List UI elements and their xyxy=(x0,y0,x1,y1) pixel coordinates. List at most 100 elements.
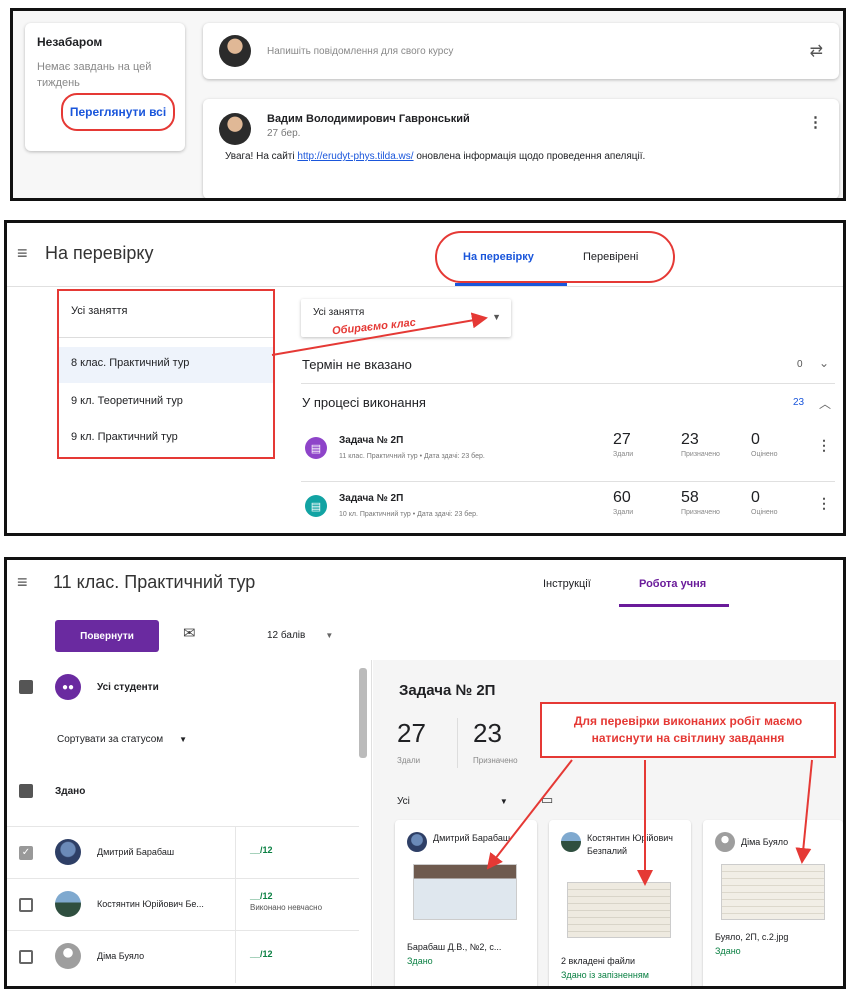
late-note: Виконано невчасно xyxy=(250,903,323,912)
student-checkbox[interactable]: ✓ xyxy=(19,846,33,860)
task-subtitle: 10 кл. Практичний тур • Дата здачі: 23 б… xyxy=(339,511,478,518)
avatar xyxy=(561,832,581,852)
student-checkbox[interactable] xyxy=(19,898,33,912)
chevron-down-icon[interactable]: ⌄ xyxy=(819,356,829,370)
avatar xyxy=(407,832,427,852)
group-icon: ●● xyxy=(55,674,81,700)
stat-turned-in: 27 Здали xyxy=(613,431,633,458)
upcoming-card: Незабаром Немає завдань на цей тиждень xyxy=(25,23,185,151)
chevron-down-icon: ▼ xyxy=(492,312,501,322)
more-options-icon[interactable]: ⋮ xyxy=(817,437,831,454)
grade-value: __/12 xyxy=(250,891,273,901)
submission-card[interactable]: Дмитрий Барабаш Барабаш Д.В., №2, с... З… xyxy=(395,820,537,986)
chevron-down-icon: ▼ xyxy=(499,797,508,806)
turned-in-count: 27 xyxy=(397,718,426,748)
post-date: 27 бер. xyxy=(267,128,301,139)
dropdown-option[interactable]: 8 клас. Практичний тур xyxy=(59,347,273,383)
section-no-due[interactable]: Термін не вказано xyxy=(302,357,412,372)
stat-graded: 0 Оцінено xyxy=(751,431,778,458)
submission-card[interactable]: Діма Буяло Буяло, 2П, с.2.jpg Здано xyxy=(703,820,843,986)
turned-in-label: Здали xyxy=(397,756,421,765)
task-title: Задача № 2П xyxy=(339,435,404,446)
grade-cell[interactable]: __/12 xyxy=(235,827,359,879)
more-options-icon[interactable]: ⋮ xyxy=(817,495,831,512)
avatar xyxy=(55,839,81,865)
post-text: Увага! На сайті http://erudyt-phys.tilda… xyxy=(225,151,823,162)
tab-to-review[interactable]: На перевірку xyxy=(463,251,534,263)
avatar xyxy=(219,35,251,67)
submission-thumbnail[interactable] xyxy=(721,864,825,920)
dropdown-option[interactable]: 9 кл. Практичний тур xyxy=(59,431,273,443)
student-name: Діма Буяло xyxy=(97,951,145,961)
points-select[interactable]: 12 балів ▼ xyxy=(267,630,333,641)
scrollbar[interactable] xyxy=(359,668,367,758)
stat-label: Здали xyxy=(613,451,634,458)
sort-select[interactable]: Сортувати за статусом ▼ xyxy=(57,734,187,745)
student-row[interactable]: ✓ Дмитрий Барабаш __/12 xyxy=(7,826,359,879)
stream-panel: Незабаром Немає завдань на цей тиждень П… xyxy=(10,8,846,201)
filter-select[interactable]: Усі ▼ xyxy=(397,796,508,807)
chevron-up-icon[interactable]: ︿ xyxy=(819,395,831,412)
submission-card[interactable]: Костянтин Юрійович Безпалий 2 вкладені ф… xyxy=(549,820,691,986)
assignment-title: Задача № 2П xyxy=(399,682,496,699)
menu-icon[interactable]: ≡ xyxy=(17,572,28,593)
section-count: 0 xyxy=(797,359,803,370)
tab-student-work[interactable]: Робота учня xyxy=(639,578,706,590)
more-options-icon[interactable]: ⋮ xyxy=(808,113,823,131)
grade-value: __/12 xyxy=(250,949,273,959)
menu-icon[interactable]: ≡ xyxy=(17,243,28,264)
upcoming-empty-text: Немає завдань на цей тиждень xyxy=(37,61,152,89)
return-button[interactable]: Повернути xyxy=(55,620,159,652)
task-row[interactable]: ▤ Задача № 2П 11 клас. Практичний тур • … xyxy=(301,431,835,485)
folder-icon[interactable]: ▭ xyxy=(541,792,553,808)
task-row[interactable]: ▤ Задача № 2П 10 кл. Практичний тур • Да… xyxy=(301,489,835,533)
section-count: 23 xyxy=(793,397,805,408)
card-student-name: Дмитрий Барабаш xyxy=(433,833,511,843)
student-name: Дмитрий Барабаш xyxy=(97,847,175,857)
student-checkbox[interactable] xyxy=(19,950,33,964)
view-all-link[interactable]: Переглянути всі xyxy=(61,93,175,131)
announcement-post: Вадим Володимирович Гавронський 27 бер. … xyxy=(203,99,839,198)
stat-assigned: 58 Призначено xyxy=(681,489,720,516)
instruction-callout: Для перевірки виконаних робіт маємо нати… xyxy=(540,702,836,758)
card-student-name: Костянтин Юрійович Безпалий xyxy=(587,833,673,856)
dropdown-option[interactable]: 9 кл. Теоретичний тур xyxy=(59,395,273,407)
stat-value: 0 xyxy=(751,489,760,506)
stat-label: Оцінено xyxy=(751,509,778,516)
announce-placeholder[interactable]: Напишіть повідомлення для свого курсу xyxy=(267,46,810,57)
mail-icon[interactable]: ✉ xyxy=(183,624,196,642)
card-status: Здано xyxy=(715,946,741,956)
grade-cell[interactable]: __/12 xyxy=(235,931,359,983)
grade-value: __/12 xyxy=(250,845,273,855)
select-all-checkbox[interactable] xyxy=(19,680,33,694)
post-link[interactable]: http://erudyt-phys.tilda.ws/ xyxy=(297,151,413,162)
all-students-label: Усі студенти xyxy=(97,682,159,693)
to-review-panel: ≡ На перевірку На перевірку Перевірені У… xyxy=(4,220,846,536)
submission-thumbnail[interactable] xyxy=(413,864,517,920)
divider xyxy=(457,718,458,768)
student-row[interactable]: Костянтин Юрійович Бе... __/12 Виконано н… xyxy=(7,878,359,931)
tab-reviewed[interactable]: Перевірені xyxy=(583,251,638,263)
card-status: Здано xyxy=(407,956,433,966)
stat-label: Оцінено xyxy=(751,451,778,458)
post-author: Вадим Володимирович Гавронський xyxy=(267,113,470,125)
dropdown-option-all[interactable]: Усі заняття xyxy=(59,305,273,317)
task-subtitle: 11 клас. Практичний тур • Дата здачі: 23… xyxy=(339,453,485,460)
class-dropdown-menu: Усі заняття 8 клас. Практичний тур 9 кл.… xyxy=(57,289,275,459)
section-in-progress[interactable]: У процесі виконання xyxy=(302,395,426,410)
announce-box[interactable]: Напишіть повідомлення для свого курсу ⇄ xyxy=(203,23,839,79)
submission-thumbnail[interactable] xyxy=(567,882,671,938)
repost-icon[interactable]: ⇄ xyxy=(810,41,823,61)
avatar xyxy=(55,943,81,969)
post-text-after: оновлена інформація щодо проведення апел… xyxy=(413,151,646,162)
upcoming-title: Незабаром xyxy=(37,35,103,49)
tab-instructions[interactable]: Інструкції xyxy=(543,578,591,590)
grade-cell[interactable]: __/12 Виконано невчасно xyxy=(235,879,359,931)
student-row[interactable]: Діма Буяло __/12 xyxy=(7,930,359,983)
card-student-name: Діма Буяло xyxy=(741,837,789,847)
group-checkbox[interactable] xyxy=(19,784,33,798)
assignment-icon: ▤ xyxy=(305,437,327,459)
stat-value: 23 xyxy=(681,431,699,448)
stat-value: 27 xyxy=(613,431,631,448)
stat-value: 58 xyxy=(681,489,699,506)
